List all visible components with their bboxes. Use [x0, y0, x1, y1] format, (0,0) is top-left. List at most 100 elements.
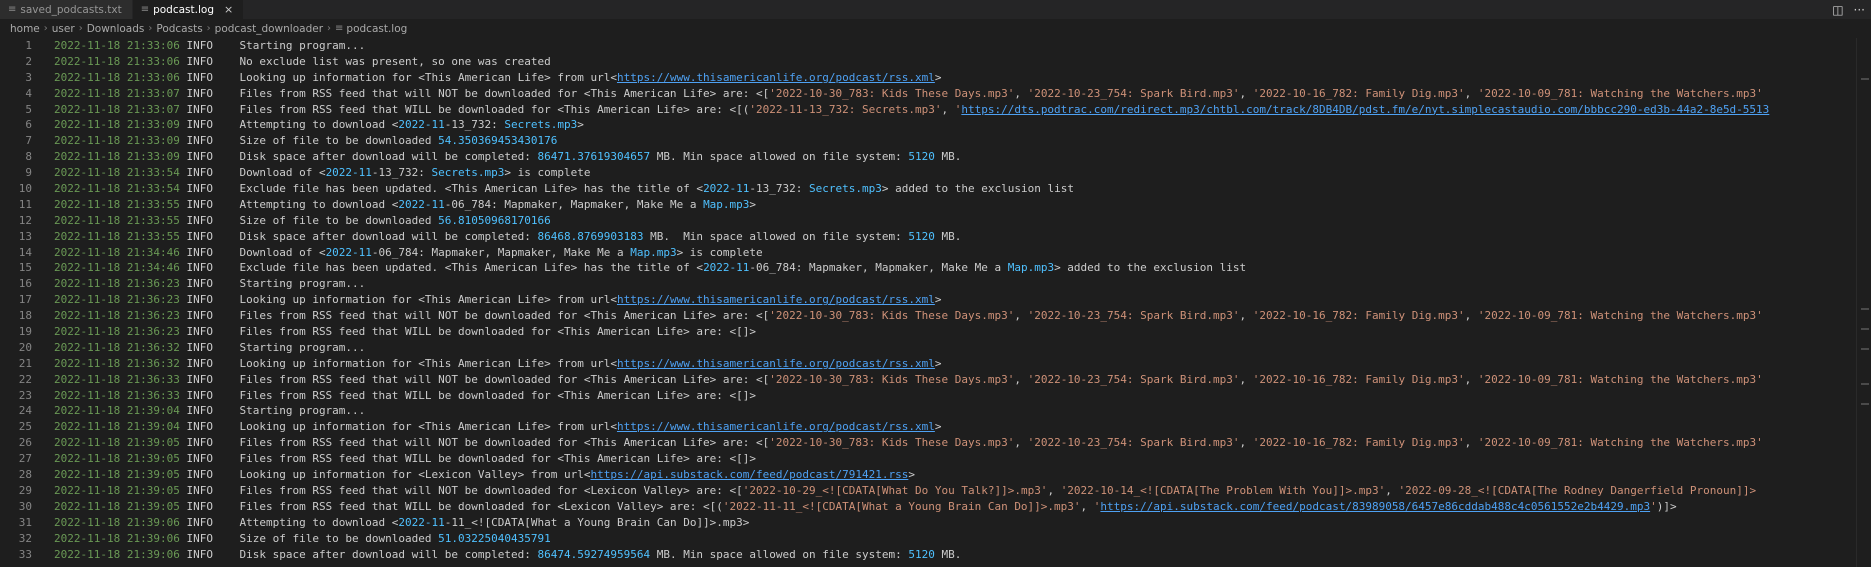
log-number: 5120 — [908, 229, 935, 243]
log-line[interactable]: 16 2022-11-18 21:36:23 INFO Starting prog… — [0, 276, 1871, 292]
log-line[interactable]: 18 2022-11-18 21:36:23 INFO Files from RS… — [0, 308, 1871, 324]
log-text: > — [934, 293, 942, 307]
log-url[interactable]: https://www.thisamericanlife.org/podcast… — [617, 420, 935, 433]
log-line[interactable]: 19 2022-11-18 21:36:23 INFO Files from RS… — [0, 324, 1871, 340]
close-icon[interactable]: × — [224, 3, 233, 16]
log-line[interactable]: 13 2022-11-18 21:33:55 INFO Disk space af… — [0, 229, 1871, 245]
log-url[interactable]: https://api.substack.com/feed/podcast/83… — [1100, 500, 1650, 513]
log-level: INFO — [186, 102, 213, 116]
log-timestamp: 2022-11-18 21:39:06 — [54, 531, 180, 545]
log-text: , — [1464, 309, 1478, 323]
log-line[interactable]: 33 2022-11-18 21:39:06 INFO Disk space af… — [0, 547, 1871, 563]
log-level: INFO — [186, 515, 213, 529]
log-text: Disk space after download will be comple… — [239, 229, 538, 243]
log-line[interactable]: 10 2022-11-18 21:33:54 INFO Exclude file … — [0, 181, 1871, 197]
log-url[interactable]: https://www.thisamericanlife.org/podcast… — [617, 357, 935, 370]
line-number: 1 — [25, 39, 32, 52]
log-string: '2022-10-09_781: Watching the Watchers.m… — [1477, 436, 1763, 450]
log-line[interactable]: 3 2022-11-18 21:33:06 INFO Looking up inf… — [0, 70, 1871, 86]
log-line[interactable]: 32 2022-11-18 21:39:06 INFO Size of file … — [0, 531, 1871, 547]
log-text: MB. Min space allowed on file system: — [643, 229, 909, 243]
log-url[interactable]: https://www.thisamericanlife.org/podcast… — [617, 71, 935, 84]
log-level: INFO — [186, 468, 213, 482]
line-number: 26 — [18, 436, 32, 450]
log-text: , — [1014, 372, 1028, 386]
log-text: Starting program... — [239, 277, 366, 291]
log-line[interactable]: 25 2022-11-18 21:39:04 INFO Looking up in… — [0, 419, 1871, 435]
log-line[interactable]: 27 2022-11-18 21:39:05 INFO Files from RS… — [0, 451, 1871, 467]
log-line[interactable]: 14 2022-11-18 21:34:46 INFO Download of <… — [0, 245, 1871, 261]
tab-podcast-log[interactable]: ≡ podcast.log × — [132, 0, 245, 19]
log-line[interactable]: 22 2022-11-18 21:36:33 INFO Files from RS… — [0, 372, 1871, 388]
line-number: 5 — [25, 102, 32, 116]
log-text: Files from RSS feed that WILL be downloa… — [239, 452, 757, 466]
more-actions-icon[interactable]: ··· — [1854, 3, 1865, 17]
log-line[interactable]: 26 2022-11-18 21:39:05 INFO Files from RS… — [0, 435, 1871, 451]
log-line[interactable]: 1 2022-11-18 21:33:06 INFO Starting progr… — [0, 38, 1871, 54]
breadcrumb-item[interactable]: user — [52, 23, 75, 35]
log-timestamp: 2022-11-18 21:33:55 — [54, 213, 180, 227]
log-line[interactable]: 24 2022-11-18 21:39:04 INFO Starting prog… — [0, 403, 1871, 419]
log-line[interactable]: 23 2022-11-18 21:36:33 INFO Files from RS… — [0, 388, 1871, 404]
log-level: INFO — [186, 325, 213, 339]
tab-saved-podcasts[interactable]: ≡ saved_podcasts.txt — [0, 0, 133, 19]
log-level: INFO — [186, 277, 213, 291]
log-text: , — [1385, 483, 1399, 497]
log-level: INFO — [186, 166, 213, 180]
line-number: 15 — [18, 261, 32, 275]
log-number: Map.mp3 — [630, 245, 677, 259]
line-number: 28 — [18, 468, 32, 482]
log-line[interactable]: 30 2022-11-18 21:39:05 INFO Files from RS… — [0, 499, 1871, 515]
breadcrumb-item[interactable]: Podcasts — [156, 23, 202, 35]
log-text: Size of file to be downloaded — [239, 531, 439, 545]
log-line[interactable]: 8 2022-11-18 21:33:09 INFO Disk space aft… — [0, 149, 1871, 165]
breadcrumb-item[interactable]: Downloads — [87, 23, 145, 35]
log-line[interactable]: 28 2022-11-18 21:39:05 INFO Looking up in… — [0, 467, 1871, 483]
split-editor-icon[interactable]: ◫ — [1832, 3, 1843, 17]
log-string: '2022-10-30_783: Kids These Days.mp3' — [769, 86, 1015, 100]
log-timestamp: 2022-11-18 21:33:07 — [54, 102, 180, 116]
log-line[interactable]: 17 2022-11-18 21:36:23 INFO Looking up in… — [0, 292, 1871, 308]
log-line[interactable]: 11 2022-11-18 21:33:55 INFO Attempting to… — [0, 197, 1871, 213]
log-text: > — [749, 197, 757, 211]
log-timestamp: 2022-11-18 21:33:06 — [54, 54, 180, 68]
log-line[interactable]: 7 2022-11-18 21:33:09 INFO Size of file t… — [0, 133, 1871, 149]
log-line[interactable]: 12 2022-11-18 21:33:55 INFO Size of file … — [0, 213, 1871, 229]
log-line[interactable]: 4 2022-11-18 21:33:07 INFO Files from RSS… — [0, 86, 1871, 102]
log-url[interactable]: https://api.substack.com/feed/podcast/79… — [590, 468, 908, 481]
log-line[interactable]: 31 2022-11-18 21:39:06 INFO Attempting to… — [0, 515, 1871, 531]
log-timestamp: 2022-11-18 21:39:05 — [54, 468, 180, 482]
log-text: Files from RSS feed that WILL be downloa… — [239, 325, 757, 339]
log-line[interactable]: 9 2022-11-18 21:33:54 INFO Download of <2… — [0, 165, 1871, 181]
log-line[interactable]: 6 2022-11-18 21:33:09 INFO Attempting to … — [0, 117, 1871, 133]
log-line[interactable]: 20 2022-11-18 21:36:32 INFO Starting prog… — [0, 340, 1871, 356]
log-number: 2022-11 — [398, 197, 445, 211]
tab-label: saved_podcasts.txt — [20, 3, 122, 16]
log-line[interactable]: 21 2022-11-18 21:36:32 INFO Looking up in… — [0, 356, 1871, 372]
log-text: > — [934, 70, 942, 84]
log-line[interactable]: 15 2022-11-18 21:34:46 INFO Exclude file … — [0, 260, 1871, 276]
chevron-right-icon: › — [148, 23, 153, 34]
line-number: 30 — [18, 499, 32, 513]
log-level: INFO — [186, 150, 213, 164]
breadcrumb-item[interactable]: podcast_downloader — [215, 23, 323, 35]
breadcrumb-item[interactable]: home — [10, 23, 40, 35]
text-file-icon: ≡ — [140, 4, 150, 15]
log-line[interactable]: 5 2022-11-18 21:33:07 INFO Files from RSS… — [0, 102, 1871, 118]
log-number: 86474.59274959564 — [537, 547, 651, 561]
log-level: INFO — [186, 388, 213, 402]
log-timestamp: 2022-11-18 21:36:33 — [54, 388, 180, 402]
log-level: INFO — [186, 86, 213, 100]
log-line[interactable]: 2 2022-11-18 21:33:06 INFO No exclude lis… — [0, 54, 1871, 70]
log-number: 86471.37619304657 — [537, 150, 651, 164]
log-line[interactable]: 29 2022-11-18 21:39:05 INFO Files from RS… — [0, 483, 1871, 499]
log-level: INFO — [186, 436, 213, 450]
log-text: Looking up information for <This America… — [239, 293, 617, 307]
scrollbar-marker — [1861, 78, 1869, 80]
vertical-scrollbar[interactable] — [1856, 38, 1871, 567]
breadcrumb-item[interactable]: podcast.log — [346, 23, 407, 35]
log-url[interactable]: https://www.thisamericanlife.org/podcast… — [617, 293, 935, 306]
text-file-icon: ≡ — [8, 4, 17, 15]
log-url[interactable]: https://dts.podtrac.com/redirect.mp3/cht… — [961, 103, 1769, 116]
editor-content[interactable]: 1 2022-11-18 21:33:06 INFO Starting progr… — [0, 38, 1871, 567]
